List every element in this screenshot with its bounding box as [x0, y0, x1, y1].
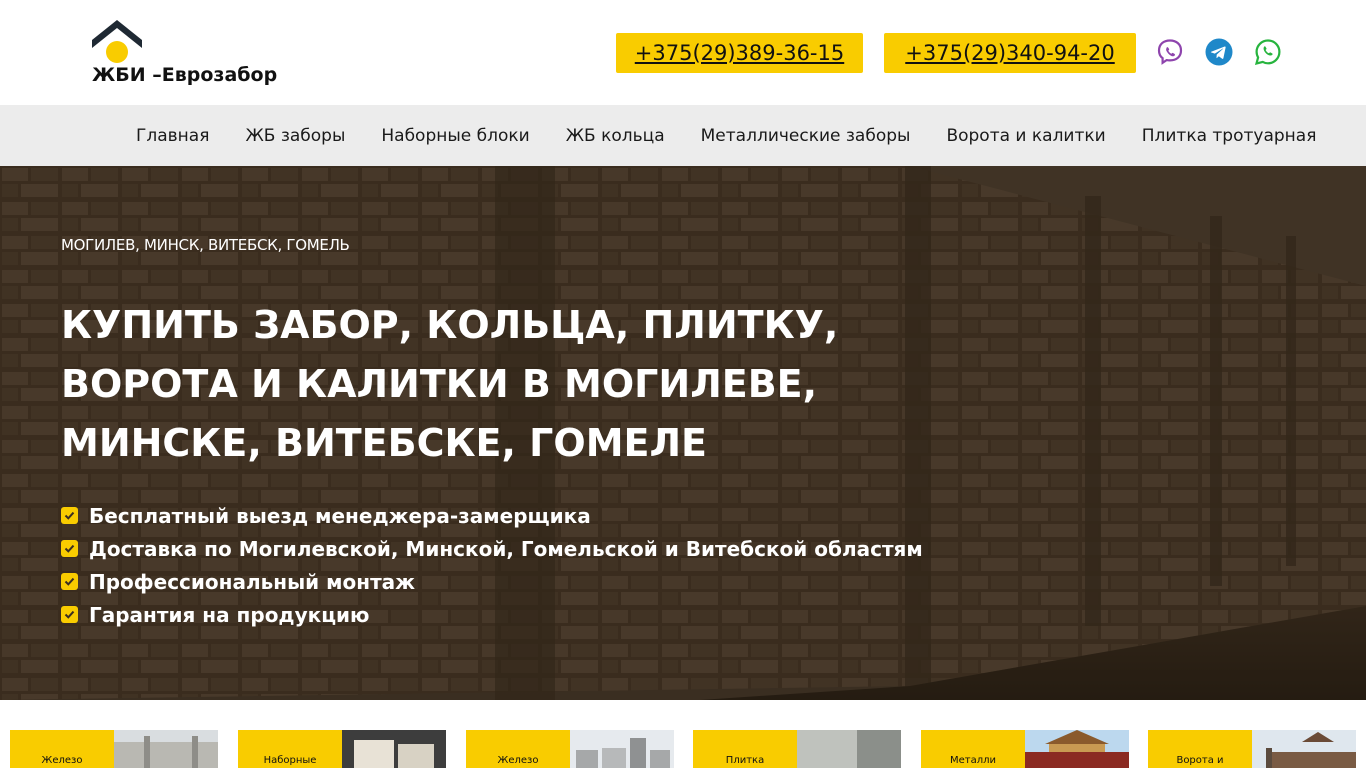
- card-label: Железо: [41, 755, 83, 766]
- logo-text: ЖБИ –Еврозабор: [92, 64, 278, 86]
- nav-item-metal-fences[interactable]: Металлические заборы: [701, 126, 911, 146]
- card-label: Железо: [497, 755, 539, 766]
- product-card-stack-blocks[interactable]: Наборные: [238, 730, 446, 768]
- benefit-item: Профессиональный монтаж: [61, 565, 923, 598]
- hero-title: КУПИТЬ ЗАБОР, КОЛЬЦА, ПЛИТКУ, ВОРОТА И К…: [61, 303, 839, 465]
- product-cards: Железо Наборные Железо Плитка Металли Во…: [0, 700, 1366, 768]
- product-card-concrete-rings[interactable]: Железо: [466, 730, 674, 768]
- card-image-gates: [1252, 730, 1356, 768]
- product-card-paving-tiles[interactable]: Плитка: [693, 730, 901, 768]
- nav-list: Главная ЖБ заборы Наборные блоки ЖБ коль…: [136, 105, 1316, 166]
- telegram-icon[interactable]: [1205, 38, 1233, 66]
- main-nav: Главная ЖБ заборы Наборные блоки ЖБ коль…: [0, 105, 1366, 166]
- benefit-text: Доставка по Могилевской, Минской, Гомель…: [89, 536, 923, 561]
- benefit-item: Доставка по Могилевской, Минской, Гомель…: [61, 532, 923, 565]
- hero-banner: МОГИЛЕВ, МИНСК, ВИТЕБСК, ГОМЕЛЬ КУПИТЬ З…: [0, 166, 1366, 700]
- phone-button-2[interactable]: +375(29)340-94-20: [884, 33, 1136, 73]
- house-logo-icon: [92, 20, 142, 63]
- site-header: ЖБИ –Еврозабор +375(29)389-36-15 +375(29…: [0, 0, 1366, 105]
- hero-cities: МОГИЛЕВ, МИНСК, ВИТЕБСК, ГОМЕЛЬ: [61, 236, 350, 254]
- benefit-text: Гарантия на продукцию: [89, 602, 370, 627]
- whatsapp-icon[interactable]: [1254, 38, 1282, 66]
- checkmark-icon: [61, 573, 78, 590]
- card-image-concrete-fence: [114, 730, 218, 768]
- card-label: Ворота и: [1176, 755, 1224, 766]
- card-label-bg: Металли: [921, 730, 1025, 768]
- viber-icon[interactable]: [1156, 38, 1184, 66]
- card-label: Наборные: [263, 755, 317, 766]
- card-image-concrete-rings: [570, 730, 674, 768]
- card-label: Металли: [949, 755, 996, 766]
- card-label-bg: Железо: [466, 730, 570, 768]
- benefit-text: Бесплатный выезд менеджера-замерщика: [89, 503, 591, 528]
- checkmark-icon: [61, 606, 78, 623]
- product-card-metal-fences[interactable]: Металли: [921, 730, 1129, 768]
- card-image-stack-blocks: [342, 730, 446, 768]
- card-label-bg: Плитка: [693, 730, 797, 768]
- nav-item-concrete-rings[interactable]: ЖБ кольца: [566, 126, 665, 146]
- benefit-item: Бесплатный выезд менеджера-замерщика: [61, 499, 923, 532]
- card-image-metal-fence: [1025, 730, 1129, 768]
- nav-item-concrete-fences[interactable]: ЖБ заборы: [245, 126, 345, 146]
- nav-item-paving-tiles[interactable]: Плитка тротуарная: [1142, 126, 1317, 146]
- logo[interactable]: ЖБИ –Еврозабор: [90, 18, 290, 93]
- nav-item-gates[interactable]: Ворота и калитки: [946, 126, 1105, 146]
- card-image-paving-tiles: [797, 730, 901, 768]
- benefits-list: Бесплатный выезд менеджера-замерщика Дос…: [61, 499, 923, 631]
- card-label: Плитка: [725, 755, 765, 766]
- phone-button-1[interactable]: +375(29)389-36-15: [616, 33, 863, 73]
- benefit-item: Гарантия на продукцию: [61, 598, 923, 631]
- checkmark-icon: [61, 507, 78, 524]
- card-label-bg: Ворота и: [1148, 730, 1252, 768]
- benefit-text: Профессиональный монтаж: [89, 569, 416, 594]
- card-label-bg: Наборные: [238, 730, 342, 768]
- card-label-bg: Железо: [10, 730, 114, 768]
- product-card-concrete-fences[interactable]: Железо: [10, 730, 218, 768]
- checkmark-icon: [61, 540, 78, 557]
- nav-item-home[interactable]: Главная: [136, 126, 209, 146]
- nav-item-stack-blocks[interactable]: Наборные блоки: [381, 126, 529, 146]
- product-card-gates[interactable]: Ворота и: [1148, 730, 1356, 768]
